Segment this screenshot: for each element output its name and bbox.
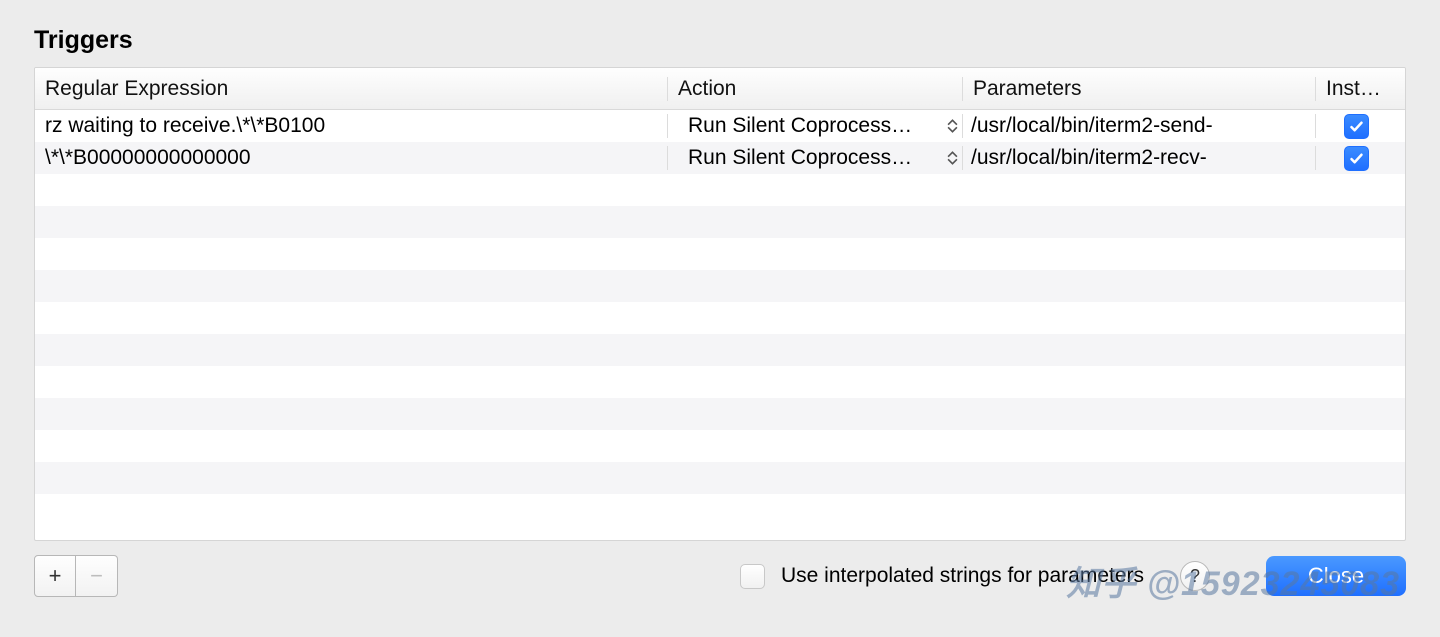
table-row — [35, 206, 1405, 238]
table-row — [35, 174, 1405, 206]
cell-action[interactable]: Run Silent Coprocess… — [668, 114, 963, 138]
col-header-action[interactable]: Action — [668, 77, 963, 101]
table-row — [35, 494, 1405, 526]
table-row — [35, 430, 1405, 462]
table-row — [35, 462, 1405, 494]
remove-trigger-button[interactable]: − — [76, 555, 118, 597]
table-row — [35, 270, 1405, 302]
instant-checkbox[interactable] — [1344, 146, 1369, 171]
col-header-instant[interactable]: Instant — [1316, 77, 1398, 101]
table-row[interactable]: \*\*B00000000000000Run Silent Coprocess…… — [35, 142, 1405, 174]
table-header: Regular Expression Action Parameters Ins… — [35, 68, 1405, 110]
col-header-parameters[interactable]: Parameters — [963, 77, 1316, 101]
table-row — [35, 366, 1405, 398]
cell-regex[interactable]: rz waiting to receive.\*\*B0100 — [35, 114, 668, 138]
table-row — [35, 302, 1405, 334]
table-row — [35, 238, 1405, 270]
cell-parameters[interactable]: /usr/local/bin/iterm2-recv- — [963, 146, 1316, 170]
cell-action[interactable]: Run Silent Coprocess… — [668, 146, 963, 170]
chevron-up-down-icon — [947, 119, 958, 133]
page-title: Triggers — [34, 26, 1406, 55]
interpolated-checkbox[interactable] — [740, 564, 765, 589]
chevron-up-down-icon — [947, 151, 958, 165]
close-button[interactable]: Close — [1266, 556, 1406, 596]
interpolated-label: Use interpolated strings for parameters — [781, 564, 1144, 588]
add-trigger-button[interactable]: + — [34, 555, 76, 597]
minus-icon: − — [90, 563, 103, 589]
col-header-regex[interactable]: Regular Expression — [35, 77, 668, 101]
cell-instant[interactable] — [1316, 146, 1398, 171]
help-button[interactable]: ? — [1180, 561, 1210, 591]
table-row — [35, 398, 1405, 430]
cell-parameters[interactable]: /usr/local/bin/iterm2-send- — [963, 114, 1316, 138]
question-icon: ? — [1190, 566, 1200, 587]
cell-instant[interactable] — [1316, 114, 1398, 139]
triggers-table: Regular Expression Action Parameters Ins… — [34, 67, 1406, 541]
table-row — [35, 334, 1405, 366]
plus-icon: + — [49, 563, 62, 589]
cell-regex[interactable]: \*\*B00000000000000 — [35, 146, 668, 170]
table-row[interactable]: rz waiting to receive.\*\*B0100Run Silen… — [35, 110, 1405, 142]
instant-checkbox[interactable] — [1344, 114, 1369, 139]
